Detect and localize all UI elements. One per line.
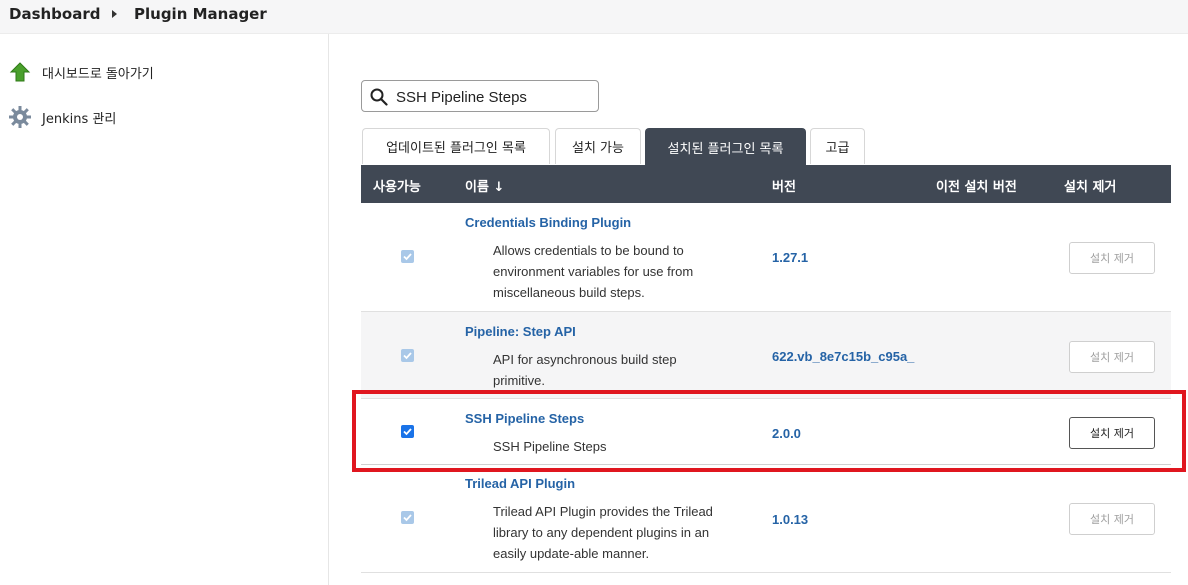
breadcrumb-separator-icon xyxy=(112,10,117,18)
tab-available[interactable]: 설치 가능 xyxy=(555,128,641,164)
sidebar-item-back-to-dashboard[interactable]: 대시보드로 돌아가기 xyxy=(8,59,154,85)
column-header-previous-version: 이전 설치 버전 xyxy=(936,180,1017,195)
table-row: Pipeline: Step API API for asynchronous … xyxy=(361,311,1171,398)
plugin-description: API for asynchronous build step primitiv… xyxy=(493,352,677,388)
column-header-uninstall: 설치 제거 xyxy=(1064,180,1117,195)
plugin-search-box[interactable] xyxy=(361,80,599,112)
sidebar: 대시보드로 돌아가기 Jenkins 관리 xyxy=(0,34,329,585)
table-row: Trilead API Plugin Trilead API Plugin pr… xyxy=(361,466,1171,573)
column-header-name[interactable]: 이름 ↓ xyxy=(465,176,504,195)
uninstall-button: 설치 제거 xyxy=(1069,503,1155,535)
gear-icon xyxy=(8,105,32,129)
column-header-version[interactable]: 버전 xyxy=(772,176,796,195)
plugin-name-link[interactable]: Pipeline: Step API xyxy=(465,324,576,339)
enable-checkbox xyxy=(401,511,414,524)
plugin-version-link[interactable]: 622.vb_8e7c15b_c95a_ xyxy=(772,349,914,364)
uninstall-button: 설치 제거 xyxy=(1069,341,1155,373)
sidebar-item-label: 대시보드로 돌아가기 xyxy=(42,66,154,82)
plugin-description: Allows credentials to be bound to enviro… xyxy=(493,243,694,300)
uninstall-button: 설치 제거 xyxy=(1069,242,1155,274)
up-arrow-icon xyxy=(8,60,32,84)
tab-updates[interactable]: 업데이트된 플러그인 목록 xyxy=(362,128,550,164)
plugin-version-link[interactable]: 1.27.1 xyxy=(772,250,808,265)
table-row: Credentials Binding Plugin Allows creden… xyxy=(361,203,1171,311)
breadcrumb: Dashboard Plugin Manager xyxy=(0,0,1188,34)
sidebar-item-manage-jenkins[interactable]: Jenkins 관리 xyxy=(8,104,116,130)
tab-installed[interactable]: 설치된 플러그인 목록 xyxy=(645,128,806,165)
table-header: 사용가능 이름 ↓ 버전 이전 설치 버전 설치 제거 xyxy=(361,165,1171,203)
plugin-name-link[interactable]: Credentials Binding Plugin xyxy=(465,215,631,230)
enable-checkbox xyxy=(401,250,414,263)
tab-advanced[interactable]: 고급 xyxy=(810,128,865,164)
breadcrumb-plugin-manager[interactable]: Plugin Manager xyxy=(134,5,267,23)
search-input[interactable] xyxy=(396,87,592,107)
breadcrumb-dashboard[interactable]: Dashboard xyxy=(9,5,100,23)
search-icon xyxy=(370,88,388,110)
highlight-box xyxy=(352,390,1186,472)
column-header-enabled[interactable]: 사용가능 xyxy=(373,176,421,195)
enable-checkbox xyxy=(401,349,414,362)
plugin-description: Trilead API Plugin provides the Trilead … xyxy=(493,504,713,561)
plugin-version-link[interactable]: 1.0.13 xyxy=(772,512,808,527)
plugin-name-link[interactable]: Trilead API Plugin xyxy=(465,476,575,491)
sidebar-item-label: Jenkins 관리 xyxy=(42,111,117,127)
